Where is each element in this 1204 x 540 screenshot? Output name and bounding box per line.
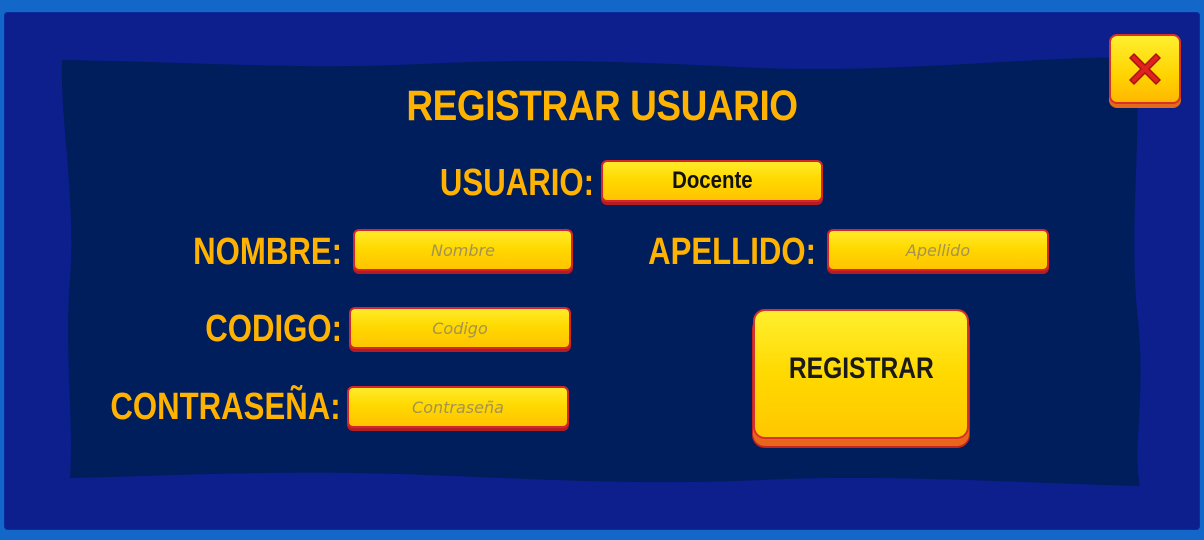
- codigo-label: CODIGO:: [205, 308, 342, 350]
- usuario-label: USUARIO:: [439, 162, 594, 204]
- dialog-title: REGISTRAR USUARIO: [406, 82, 798, 130]
- apellido-label: APELLIDO:: [648, 231, 816, 273]
- contrasena-field[interactable]: [349, 387, 567, 427]
- codigo-field[interactable]: [351, 308, 569, 348]
- usuario-dropdown-value: Docente: [671, 167, 753, 194]
- apellido-field[interactable]: [829, 230, 1047, 270]
- nombre-input[interactable]: [355, 230, 571, 270]
- apellido-input[interactable]: [829, 230, 1047, 270]
- nombre-field[interactable]: [355, 230, 571, 270]
- nombre-label: NOMBRE:: [193, 231, 342, 273]
- codigo-input[interactable]: [351, 308, 569, 348]
- close-button[interactable]: [1111, 36, 1179, 102]
- usuario-dropdown[interactable]: Docente: [603, 162, 821, 200]
- registrar-button[interactable]: REGISTRAR: [755, 311, 967, 437]
- close-x-icon: [1129, 53, 1161, 85]
- contrasena-label: CONTRASEÑA:: [110, 386, 341, 428]
- registrar-button-label: REGISTRAR: [788, 352, 934, 385]
- contrasena-input[interactable]: [349, 387, 567, 427]
